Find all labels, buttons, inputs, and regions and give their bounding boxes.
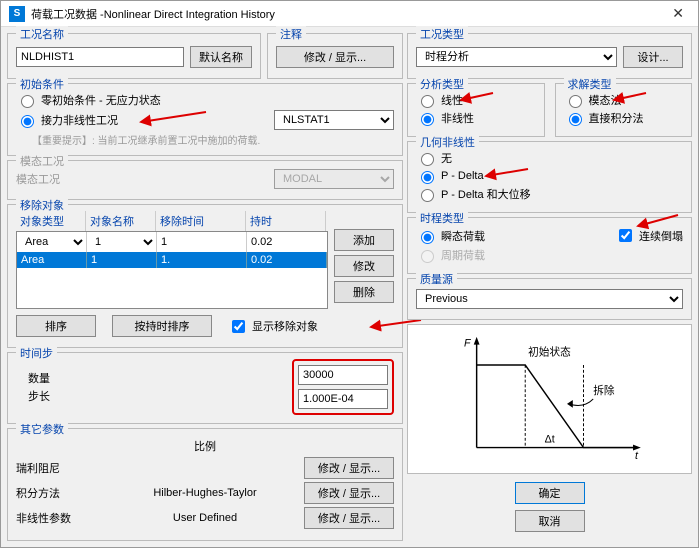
chart-annotation-remove: 拆除	[593, 384, 615, 397]
radio-pdelta[interactable]: P - Delta	[416, 168, 484, 184]
annotation-arrow	[483, 166, 533, 182]
group-mass-title: 质量源	[416, 271, 457, 287]
group-remove-title: 移除对象	[16, 197, 68, 213]
default-name-button[interactable]: 默认名称	[190, 46, 252, 68]
highlight-box	[292, 359, 394, 415]
ok-button[interactable]: 确定	[515, 482, 585, 504]
group-solution-type-title: 求解类型	[564, 76, 616, 92]
nonlinear-value: User Defined	[140, 512, 270, 524]
radio-transient[interactable]: 瞬态荷载	[416, 228, 485, 244]
chart-annotation-dt: Δt	[545, 434, 555, 446]
x-axis-label: t	[635, 450, 639, 462]
group-notes-title: 注释	[276, 26, 306, 42]
continue-case-select[interactable]: NLSTAT1	[274, 110, 394, 130]
chart-svg: F t 初始状态 拆除 Δt	[414, 331, 685, 467]
show-removed-check[interactable]: 显示移除对象	[228, 317, 318, 336]
radio-periodic: 周期荷载	[416, 247, 485, 263]
nonlinear-label: 非线性参数	[16, 510, 106, 526]
sort-button[interactable]: 排序	[16, 315, 96, 337]
step-count-input[interactable]	[298, 365, 388, 385]
modal-select: MODAL	[274, 169, 394, 189]
notes-edit-button[interactable]: 修改 / 显示...	[276, 46, 394, 68]
check-sustain[interactable]: 连续倒塌	[615, 226, 683, 245]
radio-zero-initial[interactable]: 零初始条件 - 无应力状态	[16, 92, 161, 108]
ratio-header: 比例	[140, 438, 270, 454]
radio-modal-method[interactable]: 模态法	[564, 92, 622, 108]
group-modal-title: 模态工况	[16, 153, 68, 169]
annotation-arrow	[458, 90, 498, 106]
radio-linear[interactable]: 线性	[416, 92, 463, 108]
sort-by-duration-button[interactable]: 按持时排序	[112, 315, 212, 337]
step-size-label: 步长	[28, 388, 50, 404]
rayleigh-label: 瑞利阻尼	[16, 460, 106, 476]
app-icon: S	[9, 6, 25, 22]
chart-annotation-initial: 初始状态	[528, 345, 571, 358]
design-button[interactable]: 设计...	[623, 46, 683, 68]
integration-value: Hilber-Hughes-Taylor	[140, 487, 270, 499]
integration-label: 积分方法	[16, 485, 106, 501]
group-history-type-title: 时程类型	[416, 210, 468, 226]
cancel-button[interactable]: 取消	[515, 510, 585, 532]
titlebar: S 荷载工况数据 -Nonlinear Direct Integration H…	[1, 1, 698, 27]
radio-continue-nonlinear[interactable]: 接力非线性工况	[16, 112, 118, 128]
delete-button[interactable]: 删除	[334, 281, 394, 303]
radio-pdelta-large[interactable]: P - Delta 和大位移	[416, 186, 531, 202]
obj-name-select[interactable]: 1	[87, 232, 157, 252]
group-analysis-type-title: 分析类型	[416, 76, 468, 92]
y-axis-label: F	[464, 338, 472, 350]
dialog-window: S 荷载工况数据 -Nonlinear Direct Integration H…	[0, 0, 699, 548]
close-icon[interactable]: ✕	[666, 5, 690, 22]
init-cond-hint: 【重要提示】: 当前工况继承前置工况中施加的荷载.	[32, 132, 394, 147]
group-case-type-title: 工况类型	[416, 26, 468, 42]
table-header: 对象类型 对象名称 移除时间 持时	[16, 211, 328, 231]
chart-panel: F t 初始状态 拆除 Δt	[407, 324, 692, 474]
obj-type-select[interactable]: Area	[17, 232, 87, 252]
remove-time-input[interactable]	[157, 232, 247, 252]
modal-label: 模态工况	[16, 171, 60, 187]
radio-nonlinear[interactable]: 非线性	[416, 110, 474, 126]
group-init-cond-title: 初始条件	[16, 76, 68, 92]
case-type-select[interactable]: 时程分析	[416, 47, 617, 67]
window-title: 荷载工况数据 -Nonlinear Direct Integration His…	[31, 6, 275, 22]
modify-button[interactable]: 修改	[334, 255, 394, 277]
group-timestep-title: 时间步	[16, 345, 57, 361]
annotation-arrow	[136, 108, 216, 128]
add-button[interactable]: 添加	[334, 229, 394, 251]
radio-direct-integration[interactable]: 直接积分法	[564, 110, 644, 126]
duration-input[interactable]	[247, 232, 327, 252]
rayleigh-edit-button[interactable]: 修改 / 显示...	[304, 457, 394, 479]
table-row[interactable]: Area 1 1. 0.02	[17, 252, 327, 268]
mass-source-select[interactable]: Previous	[416, 289, 683, 309]
step-size-input[interactable]	[298, 389, 388, 409]
integration-edit-button[interactable]: 修改 / 显示...	[304, 482, 394, 504]
case-name-input[interactable]	[16, 47, 184, 67]
radio-geo-none[interactable]: 无	[416, 150, 452, 166]
group-geo-nl-title: 几何非线性	[416, 134, 479, 150]
group-other-title: 其它参数	[16, 421, 68, 437]
step-count-label: 数量	[28, 370, 50, 386]
nonlinear-edit-button[interactable]: 修改 / 显示...	[304, 507, 394, 529]
group-case-name-title: 工况名称	[16, 26, 68, 42]
